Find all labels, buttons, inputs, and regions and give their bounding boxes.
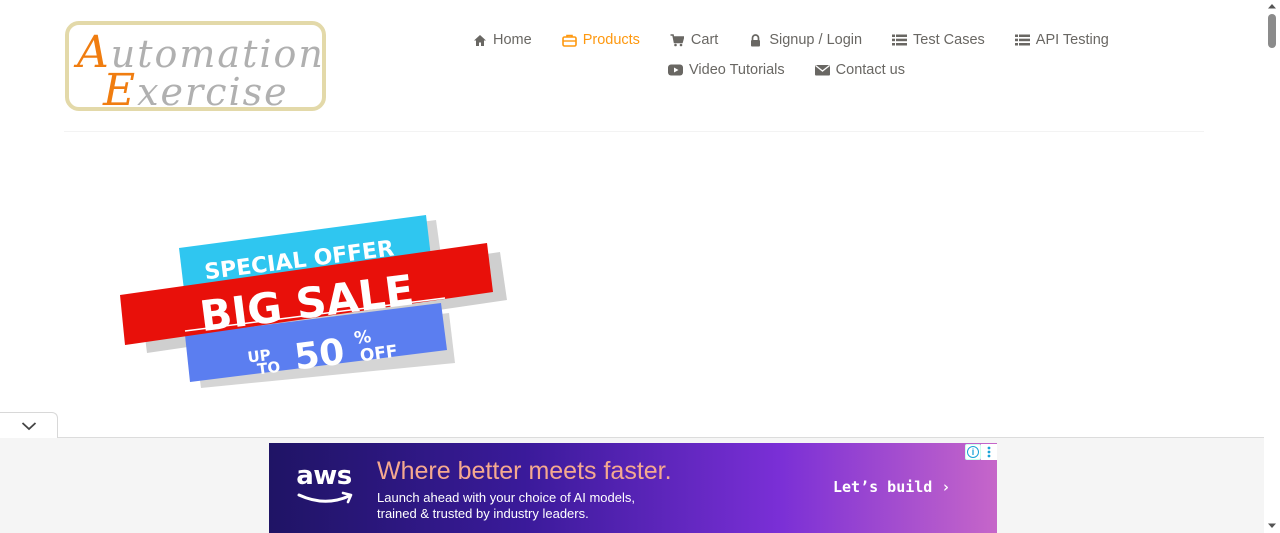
nav-home-label: Home xyxy=(493,32,532,48)
nav-row-1: Home Products Cart Signup / Login Test C… xyxy=(472,31,1109,49)
scrollbar-thumb[interactable] xyxy=(1268,14,1276,48)
chevron-down-icon xyxy=(21,421,36,430)
home-icon xyxy=(472,33,487,48)
ad-subtext: Launch ahead with your choice of AI mode… xyxy=(377,490,635,521)
logo-line-2: Exercise xyxy=(103,65,289,111)
nav-test-cases-label: Test Cases xyxy=(913,32,985,48)
list-icon xyxy=(892,33,908,48)
nav-video-tutorials-label: Video Tutorials xyxy=(689,62,785,78)
aws-smile-icon xyxy=(297,491,353,504)
scroll-up-arrow-icon[interactable] xyxy=(1267,2,1277,10)
cart-icon xyxy=(670,33,685,48)
nav-products[interactable]: Products xyxy=(561,31,640,49)
envelope-icon xyxy=(814,63,830,78)
nav-test-cases[interactable]: Test Cases xyxy=(892,31,985,49)
vertical-scrollbar[interactable] xyxy=(1264,0,1280,533)
ad-cta-link[interactable]: Let’s build › xyxy=(833,478,950,496)
lock-icon xyxy=(748,33,763,48)
products-icon xyxy=(561,33,577,48)
ad-info-icon[interactable]: i xyxy=(965,444,981,460)
youtube-play-icon xyxy=(668,63,683,78)
nav-home[interactable]: Home xyxy=(472,31,532,49)
nav-cart[interactable]: Cart xyxy=(670,31,718,49)
scroll-down-arrow-icon[interactable] xyxy=(1267,522,1277,530)
nav-products-label: Products xyxy=(582,32,640,48)
banner-fifty: 50 xyxy=(292,332,347,379)
list-icon xyxy=(1014,33,1030,48)
nav-contact-us-label: Contact us xyxy=(835,62,905,78)
collapse-ad-button[interactable] xyxy=(0,412,58,438)
nav-signup-login-label: Signup / Login xyxy=(769,32,863,48)
nav-cart-label: Cart xyxy=(690,32,719,48)
nav-signup-login[interactable]: Signup / Login xyxy=(748,31,862,49)
nav-video-tutorials[interactable]: Video Tutorials xyxy=(668,61,785,79)
page: Automation Exercise Home Products Cart S… xyxy=(0,0,1280,533)
nav-api-testing[interactable]: API Testing xyxy=(1014,31,1109,49)
aws-ad[interactable]: aws Where better meets faster. Launch ah… xyxy=(269,443,997,533)
site-logo[interactable]: Automation Exercise xyxy=(65,21,326,111)
nav-contact-us[interactable]: Contact us xyxy=(814,61,905,79)
nav-row-2: Video Tutorials Contact us xyxy=(668,61,905,79)
ad-more-options-icon[interactable] xyxy=(981,444,997,460)
sale-banner: SPECIAL OFFER BIG SALE UP TO 50 % OFF xyxy=(120,215,507,388)
aws-logo: aws xyxy=(293,461,355,509)
nav-api-testing-label: API Testing xyxy=(1035,32,1109,48)
header-divider xyxy=(64,131,1204,132)
banner-to: TO xyxy=(256,358,281,379)
ad-headline: Where better meets faster. xyxy=(377,457,672,485)
